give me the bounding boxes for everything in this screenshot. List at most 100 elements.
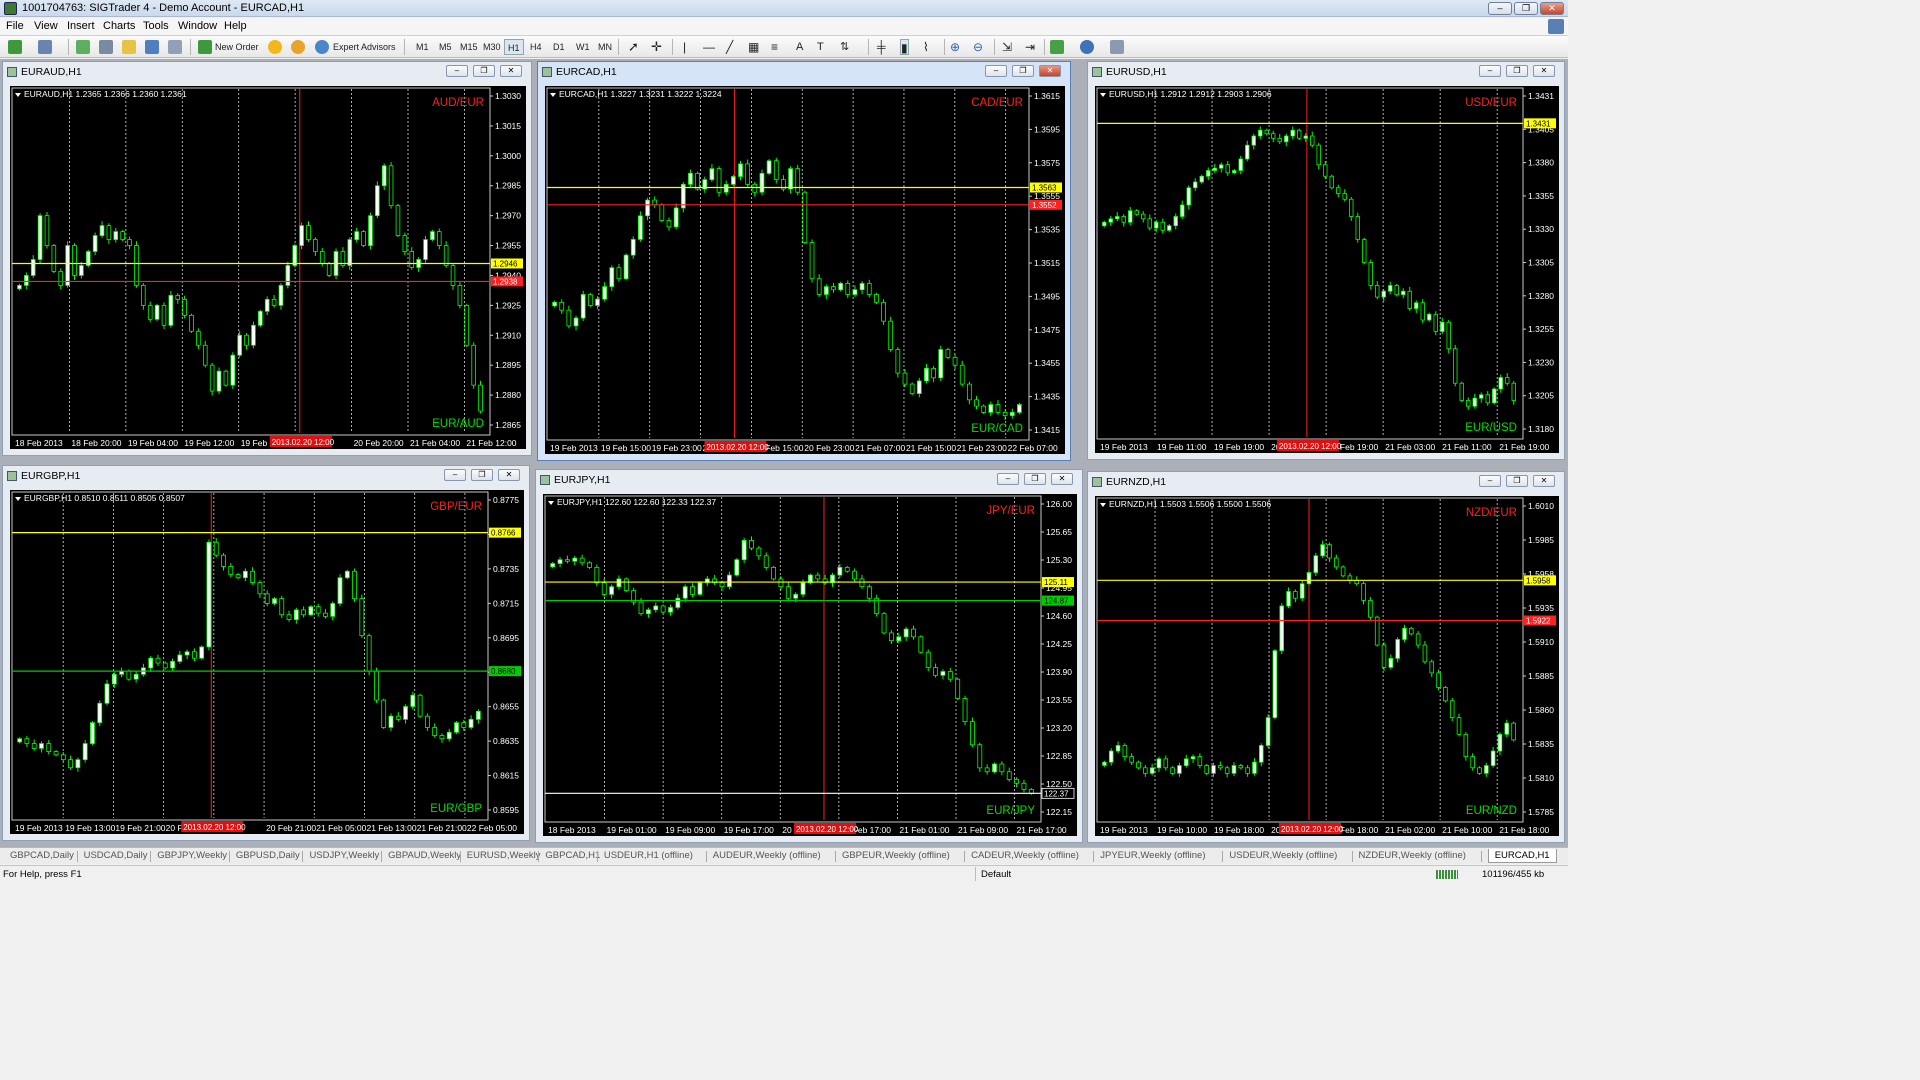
chart-tab[interactable]: GBPCAD,H1 bbox=[545, 850, 600, 861]
chart-menu-triangle-icon[interactable] bbox=[15, 93, 21, 97]
chart-close-button[interactable]: ✕ bbox=[1533, 475, 1555, 487]
new-order-button[interactable]: New Order bbox=[215, 39, 259, 55]
chart-menu-triangle-icon[interactable] bbox=[548, 501, 554, 505]
horizontal-line-icon[interactable]: — bbox=[703, 39, 715, 55]
auto-scroll-icon[interactable]: ⇲ bbox=[1002, 39, 1012, 55]
price-chart[interactable]: 19 Feb 2013 19 Feb 15:00 19 Feb 23:00 20 Fe… bbox=[545, 86, 1065, 454]
chart-tab[interactable]: NZDEUR,Weekly (offline) bbox=[1359, 850, 1466, 861]
timeframe-h4[interactable]: H4 bbox=[530, 39, 542, 55]
chart-window-5[interactable]: EURNZD,H1 – ❐ ✕ 19 Feb 2013 19 Feb 10:00 19… bbox=[1087, 471, 1565, 843]
price-chart[interactable]: 18 Feb 2013 19 Feb 01:00 19 Feb 09:00 19 Fe… bbox=[543, 494, 1077, 836]
chart-tab[interactable]: EURCAD,H1 bbox=[1487, 849, 1557, 863]
crosshair-icon[interactable]: ✛ bbox=[651, 39, 662, 55]
chart-tab[interactable]: EURUSD,Weekly bbox=[467, 850, 541, 861]
chart-window-titlebar[interactable]: EURUSD,H1 – ❐ ✕ bbox=[1088, 62, 1564, 82]
chart-tab[interactable]: JPYEUR,Weekly (offline) bbox=[1100, 850, 1205, 861]
chart-menu-triangle-icon[interactable] bbox=[1100, 93, 1106, 97]
chart-tab[interactable]: GBPEUR,Weekly (offline) bbox=[842, 850, 950, 861]
chart-window-titlebar[interactable]: EURGBP,H1 – ❐ ✕ bbox=[3, 466, 529, 486]
timeframe-mn[interactable]: MN bbox=[598, 39, 612, 55]
timeframe-w1[interactable]: W1 bbox=[576, 39, 590, 55]
chart-tab[interactable]: GBPCAD,Daily bbox=[10, 850, 74, 861]
bar-chart-icon[interactable]: ╪ bbox=[877, 39, 886, 55]
chart-menu-triangle-icon[interactable] bbox=[1100, 503, 1106, 507]
new-chart-icon[interactable] bbox=[8, 40, 22, 54]
zoom-in-icon[interactable]: ⊕ bbox=[950, 39, 960, 55]
chart-tab[interactable]: GBPAUD,Weekly bbox=[388, 850, 461, 861]
chart-window-titlebar[interactable]: EURAUD,H1 – ❐ ✕ bbox=[3, 62, 531, 82]
timeframe-m5[interactable]: M5 bbox=[439, 39, 452, 55]
chart-minimize-button[interactable]: – bbox=[444, 469, 466, 481]
timeframe-h1[interactable]: H1 bbox=[504, 39, 524, 55]
chart-window-4[interactable]: EURJPY,H1 – ❐ ✕ 18 Feb 2013 19 Feb 01:00 19… bbox=[535, 469, 1083, 843]
menu-insert[interactable]: Insert bbox=[67, 20, 95, 32]
chart-tab[interactable]: CADEUR,Weekly (offline) bbox=[971, 850, 1079, 861]
menu-help[interactable]: Help bbox=[224, 20, 247, 32]
profiles-icon[interactable] bbox=[38, 40, 52, 54]
line-chart-icon[interactable]: ⌇ bbox=[923, 39, 929, 55]
chart-restore-button[interactable]: ❐ bbox=[1506, 65, 1528, 77]
text-label-icon[interactable]: T bbox=[817, 39, 824, 55]
chart-restore-button[interactable]: ❐ bbox=[473, 65, 495, 77]
chart-window-3[interactable]: EURGBP,H1 – ❐ ✕ 19 Feb 2013 19 Feb 13:00 19… bbox=[2, 465, 530, 841]
fibonacci-icon[interactable]: ≡ bbox=[771, 39, 778, 55]
menu-charts[interactable]: Charts bbox=[103, 20, 135, 32]
chart-close-button[interactable]: ✕ bbox=[500, 65, 522, 77]
chart-menu-triangle-icon[interactable] bbox=[15, 497, 21, 501]
close-button[interactable]: ✕ bbox=[1540, 2, 1564, 15]
chart-restore-button[interactable]: ❐ bbox=[471, 469, 493, 481]
price-chart[interactable]: 19 Feb 201319 Feb 10:0019 Feb 18:0020 Fe… bbox=[1095, 496, 1559, 836]
zoom-out-icon[interactable]: ⊖ bbox=[973, 39, 983, 55]
chart-close-button[interactable]: ✕ bbox=[1051, 473, 1073, 485]
minimize-button[interactable]: – bbox=[1488, 2, 1512, 15]
candlestick-chart-icon[interactable]: ▮ bbox=[900, 39, 909, 55]
periods-icon[interactable] bbox=[1080, 40, 1094, 54]
chart-minimize-button[interactable]: – bbox=[1479, 65, 1501, 77]
chart-menu-triangle-icon[interactable] bbox=[550, 93, 556, 97]
terminal-icon[interactable] bbox=[145, 40, 159, 54]
timeframe-m1[interactable]: M1 bbox=[416, 39, 429, 55]
market-watch-icon[interactable] bbox=[76, 40, 90, 54]
chart-minimize-button[interactable]: – bbox=[1479, 475, 1501, 487]
chart-window-2[interactable]: EURUSD,H1 – ❐ ✕ 19 Feb 2013 19 Feb 11:00 19… bbox=[1087, 61, 1565, 460]
text-icon[interactable]: A bbox=[796, 39, 803, 55]
timeframe-d1[interactable]: D1 bbox=[553, 39, 565, 55]
autotrading-icon[interactable] bbox=[291, 40, 305, 54]
chart-tab[interactable]: USDCAD,Daily bbox=[84, 850, 148, 861]
chart-restore-button[interactable]: ❐ bbox=[1506, 475, 1528, 487]
chart-restore-button[interactable]: ❐ bbox=[1024, 473, 1046, 485]
metaeditor-icon[interactable] bbox=[268, 40, 282, 54]
chart-window-titlebar[interactable]: EURNZD,H1 – ❐ ✕ bbox=[1088, 472, 1564, 492]
chart-restore-button[interactable]: ❐ bbox=[1012, 65, 1034, 77]
chart-tab[interactable]: GBPUSD,Daily bbox=[236, 850, 300, 861]
menu-file[interactable]: File bbox=[6, 20, 24, 32]
chart-minimize-button[interactable]: – bbox=[997, 473, 1019, 485]
timeframe-m30[interactable]: M30 bbox=[483, 39, 501, 55]
price-chart[interactable]: 19 Feb 201319 Feb 13:0019 Feb 21:0020 F1… bbox=[10, 490, 524, 834]
window-menu-icon[interactable] bbox=[1548, 19, 1564, 34]
chart-minimize-button[interactable]: – bbox=[446, 65, 468, 77]
expert-advisors-button[interactable]: Expert Advisors bbox=[333, 39, 396, 55]
chart-close-button[interactable]: ✕ bbox=[498, 469, 520, 481]
chart-window-1[interactable]: EURCAD,H1 – ❐ ✕ 19 Feb 2013 19 Feb 15:00 19… bbox=[537, 61, 1071, 461]
chart-close-button[interactable]: ✕ bbox=[1039, 65, 1061, 77]
maximize-button[interactable]: ❐ bbox=[1514, 2, 1538, 15]
navigator-icon[interactable] bbox=[122, 40, 136, 54]
chart-tab[interactable]: GBPJPY,Weekly bbox=[157, 850, 227, 861]
chart-window-0[interactable]: EURAUD,H1 – ❐ ✕ 18 Feb 2013 18 Feb 20:00 19… bbox=[2, 61, 532, 456]
price-chart[interactable]: 19 Feb 201319 Feb 11:0019 Feb 19:0020 Fe… bbox=[1095, 86, 1559, 453]
menu-tools[interactable]: Tools bbox=[143, 20, 169, 32]
data-window-icon[interactable] bbox=[99, 40, 113, 54]
menu-window[interactable]: Window bbox=[178, 20, 217, 32]
arrows-icon[interactable]: ⇅ bbox=[840, 39, 849, 55]
chart-minimize-button[interactable]: – bbox=[985, 65, 1007, 77]
chart-tab[interactable]: USDEUR,Weekly (offline) bbox=[1229, 850, 1337, 861]
timeframe-m15[interactable]: M15 bbox=[460, 39, 478, 55]
strategy-tester-icon[interactable] bbox=[168, 40, 182, 54]
chart-tab[interactable]: AUDEUR,Weekly (offline) bbox=[713, 850, 821, 861]
templates-icon[interactable] bbox=[1110, 40, 1124, 54]
trendline-icon[interactable]: ╱ bbox=[726, 39, 733, 55]
vertical-line-icon[interactable]: | bbox=[683, 39, 686, 55]
cursor-icon[interactable]: ➚ bbox=[628, 39, 639, 55]
chart-shift-icon[interactable]: ⇥ bbox=[1025, 39, 1035, 55]
